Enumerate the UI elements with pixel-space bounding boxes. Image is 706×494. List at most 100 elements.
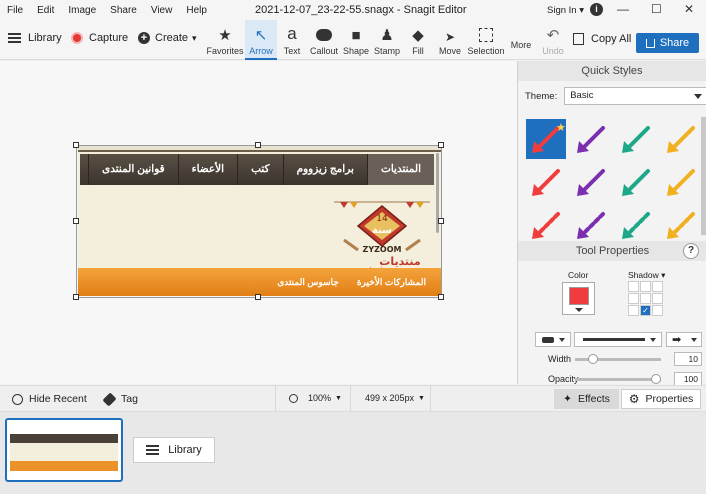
shadow-cell[interactable] (652, 281, 663, 292)
recent-thumbnail[interactable] (5, 418, 123, 482)
library-label: Library (28, 32, 62, 44)
quick-style-swatch[interactable] (571, 162, 611, 202)
minimize-button[interactable]: — (617, 2, 629, 16)
color-label: Color (568, 270, 589, 280)
quick-style-swatch[interactable] (571, 205, 611, 245)
tool-move[interactable]: ➤ Move (436, 20, 464, 60)
quick-style-swatch[interactable] (661, 205, 701, 245)
chevron-down-icon (650, 338, 656, 342)
arrow-end-dropdown[interactable]: ➡ (666, 332, 702, 347)
zoom-value: 100% (308, 393, 332, 403)
dimensions-control[interactable]: 499 x 205px ▼ (365, 393, 425, 403)
resize-handle[interactable] (73, 218, 79, 224)
editor-canvas[interactable]: المنتديات برامج زيزووم كتب الأعضاء قواني… (0, 61, 517, 384)
tool-label: Text (283, 46, 301, 56)
share-button[interactable]: Share (636, 33, 699, 53)
color-picker[interactable] (562, 282, 595, 315)
quick-style-swatch[interactable] (526, 162, 566, 202)
slider-knob[interactable] (651, 374, 661, 384)
resize-handle[interactable] (438, 218, 444, 224)
copy-all-button[interactable]: Copy All (573, 33, 631, 45)
help-icon[interactable]: ? (683, 243, 699, 259)
slider-knob[interactable] (588, 354, 598, 364)
quick-style-swatch[interactable]: ★ (526, 119, 566, 159)
width-label: Width (548, 354, 572, 364)
quick-style-swatch[interactable] (616, 119, 656, 159)
hide-recent-button[interactable]: Hide Recent (12, 393, 87, 405)
tool-stamp[interactable]: ♟ Stamp (372, 20, 402, 60)
arrow-icon (667, 126, 695, 153)
effects-button[interactable]: ✦ Effects (554, 389, 619, 409)
panel-scrollbar[interactable] (701, 117, 706, 235)
tool-callout[interactable]: Callout (308, 20, 340, 60)
menu-file[interactable]: File (7, 5, 23, 16)
shadow-cell[interactable] (640, 281, 651, 292)
thumbnail-sub (10, 461, 118, 471)
tool-more[interactable]: More (508, 20, 534, 60)
tool-arrow[interactable]: ↖ Arrow (245, 20, 277, 60)
menu-view[interactable]: View (151, 5, 173, 16)
quick-style-swatch[interactable] (616, 162, 656, 202)
tool-label: Callout (309, 46, 338, 56)
resize-handle[interactable] (438, 142, 444, 148)
tool-shape[interactable]: ■ Shape (341, 20, 371, 60)
menu-help[interactable]: Help (186, 5, 207, 16)
opacity-slider[interactable] (575, 374, 661, 384)
tool-text[interactable]: a Text (278, 20, 306, 60)
resize-handle[interactable] (255, 294, 261, 300)
opacity-input[interactable]: 100 (674, 372, 702, 386)
check-icon[interactable]: ✓ (640, 305, 651, 316)
separator (275, 386, 276, 412)
stamp-icon: ♟ (380, 27, 394, 44)
quick-style-swatch[interactable] (661, 119, 701, 159)
resize-handle[interactable] (255, 142, 261, 148)
undo-button[interactable]: ↶ Undo (538, 20, 568, 60)
width-slider[interactable] (575, 354, 661, 364)
shadow-cell[interactable] (628, 305, 639, 316)
quick-style-swatch[interactable] (616, 205, 656, 245)
tray-library-label: Library (168, 444, 202, 456)
selection-border (76, 145, 442, 298)
resize-handle[interactable] (73, 294, 79, 300)
properties-button[interactable]: ⚙ Properties (621, 389, 701, 409)
line-style-dropdown[interactable] (574, 332, 662, 347)
shadow-picker[interactable]: ✓ (628, 281, 664, 317)
shadow-cell[interactable] (640, 293, 651, 304)
resize-handle[interactable] (73, 142, 79, 148)
info-icon[interactable]: i (590, 3, 603, 16)
zoom-icon (289, 393, 298, 403)
tool-selection[interactable]: Selection (467, 20, 505, 60)
shape-icon: ■ (351, 27, 361, 44)
close-button[interactable]: ✕ (684, 2, 694, 16)
tray-library-button[interactable]: Library (133, 437, 215, 463)
tool-favorites[interactable]: ★ Favorites (205, 20, 245, 60)
shadow-cell[interactable] (628, 293, 639, 304)
shadow-cell[interactable] (652, 305, 663, 316)
quick-style-swatch[interactable] (661, 162, 701, 202)
width-input[interactable]: 10 (674, 352, 702, 366)
maximize-button[interactable]: ☐ (651, 2, 662, 16)
shadow-cell[interactable] (628, 281, 639, 292)
library-button[interactable]: Library (8, 32, 62, 44)
resize-handle[interactable] (438, 294, 444, 300)
zoom-control[interactable]: 100% ▼ (289, 393, 342, 403)
menu-share[interactable]: Share (110, 5, 137, 16)
properties-label: Properties (645, 393, 694, 405)
capture-button[interactable]: Capture (71, 32, 128, 44)
sign-in-button[interactable]: Sign In ▾ (547, 5, 584, 16)
tool-fill[interactable]: ◆ Fill (405, 20, 431, 60)
copy-all-label: Copy All (591, 33, 632, 45)
theme-select[interactable]: Basic (564, 87, 706, 105)
menu-image[interactable]: Image (68, 5, 96, 16)
plus-icon: + (138, 32, 150, 44)
quick-style-swatch[interactable] (526, 205, 566, 245)
menu-edit[interactable]: Edit (37, 5, 54, 16)
quick-style-swatch[interactable] (571, 119, 611, 159)
tag-button[interactable]: Tag (102, 391, 138, 407)
tool-label: Move (438, 46, 461, 56)
hamburger-icon (146, 445, 160, 455)
create-button[interactable]: + Create ▾ (138, 32, 197, 44)
tool-label: Arrow (249, 46, 273, 56)
shadow-cell[interactable] (652, 293, 663, 304)
line-cap-dropdown[interactable] (535, 332, 571, 347)
